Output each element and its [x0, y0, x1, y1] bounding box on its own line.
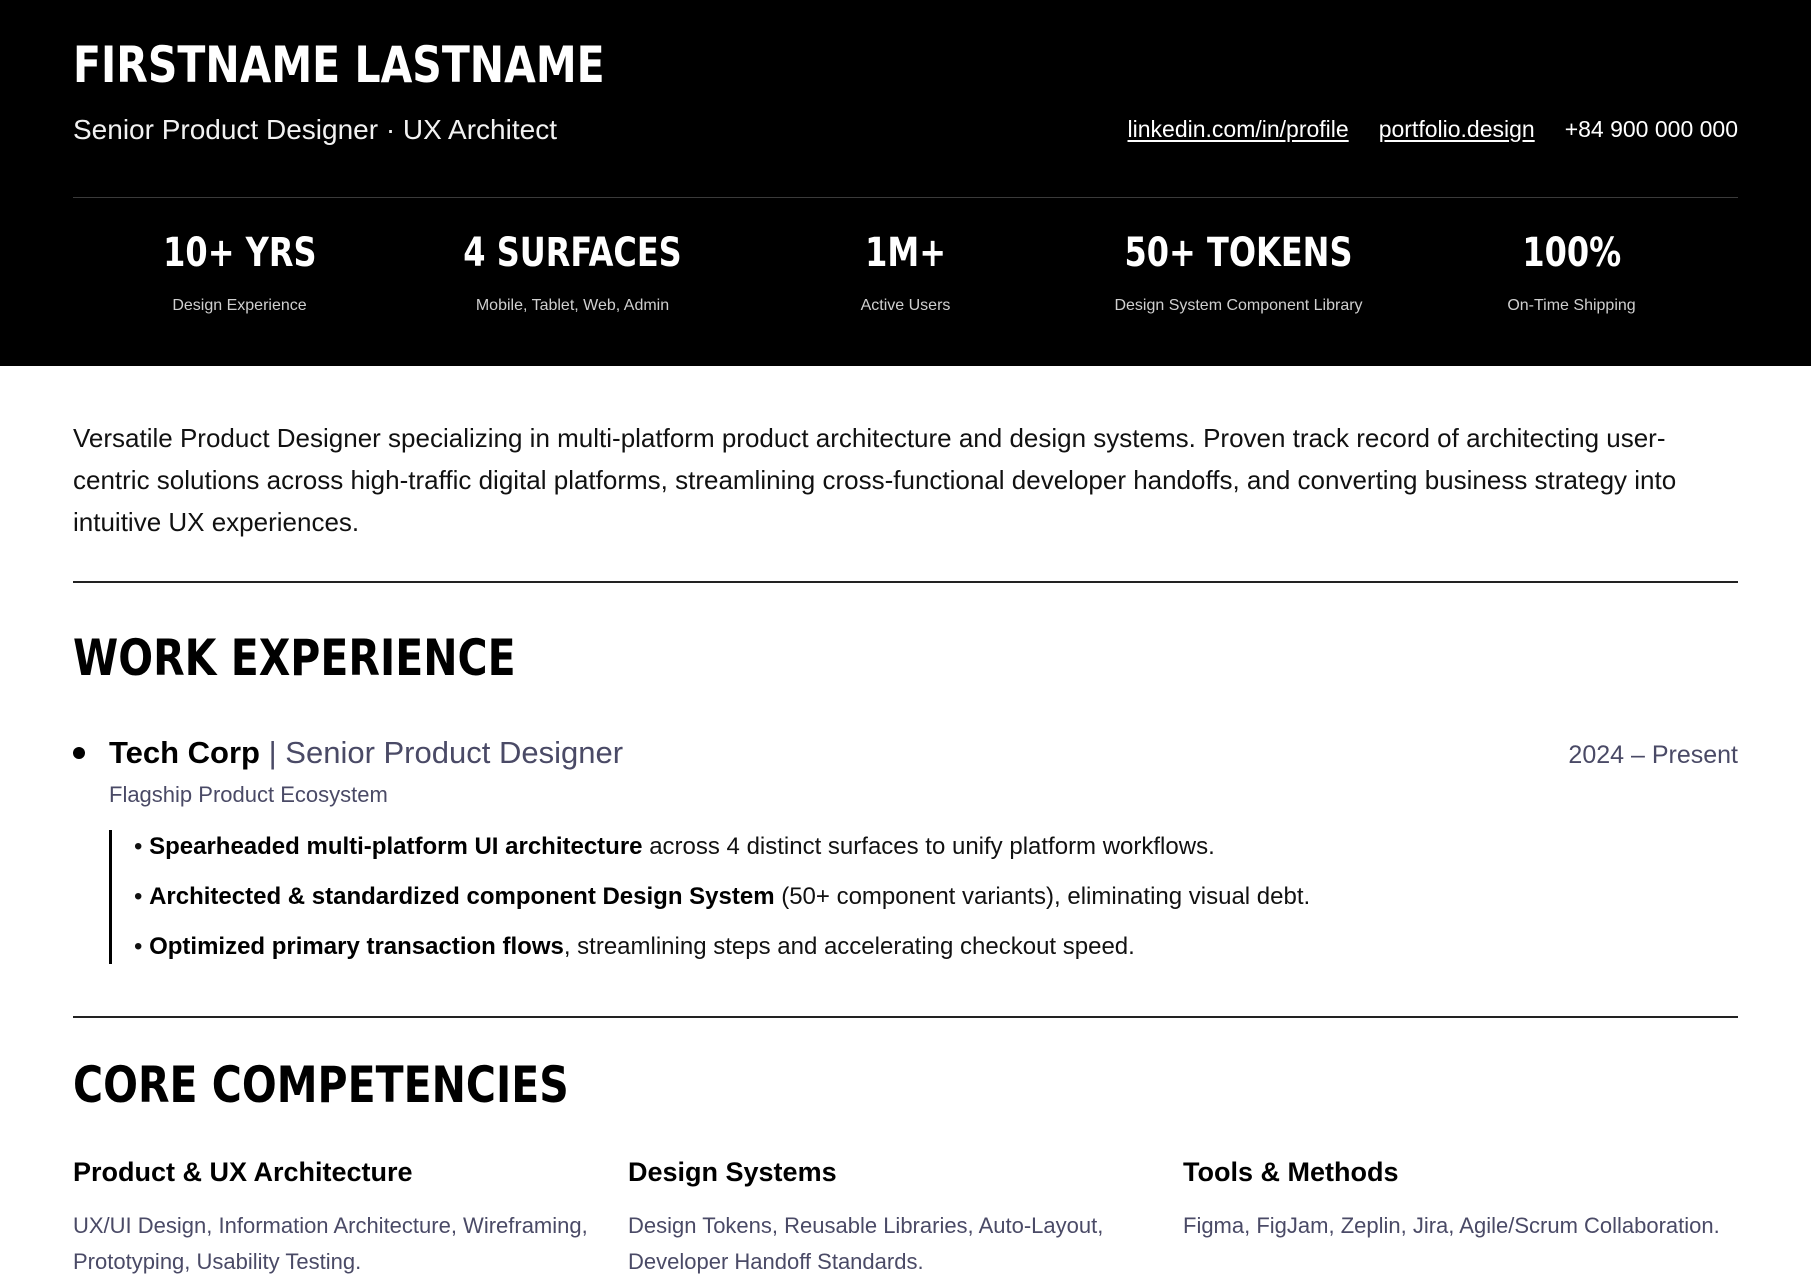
competency-title: Product & UX Architecture [73, 1157, 413, 1187]
core-competencies-heading: CORE COMPETENCIES [73, 1056, 569, 1114]
stat-label: On-Time Shipping [1507, 297, 1636, 314]
stat-label: Design System Component Library [1114, 297, 1363, 314]
achievement-item: • Spearheaded multi-platform UI architec… [134, 830, 1310, 864]
candidate-role: Senior Product Designer · UX Architect [73, 114, 557, 145]
stat-value: 4 SURFACES [463, 230, 682, 276]
stat-item: 50+ TOKENS Design System Component Libra… [1072, 225, 1405, 315]
job-achievements: • Spearheaded multi-platform UI architec… [109, 830, 1310, 964]
stat-value: 50+ TOKENS [1124, 230, 1353, 276]
stat-value: 1M+ [865, 230, 946, 276]
stat-value: 100% [1522, 230, 1621, 276]
stat-item: 4 SURFACES Mobile, Tablet, Web, Admin [406, 225, 739, 315]
bullet-marker: • [134, 833, 150, 860]
competency-text: Design Tokens, Reusable Libraries, Auto-… [628, 1213, 1104, 1274]
header-divider [73, 197, 1738, 198]
job-separator: | [260, 735, 286, 770]
stat-item: 100% On-Time Shipping [1405, 225, 1738, 315]
competency-column: Tools & Methods Figma, FigJam, Zeplin, J… [1183, 1152, 1738, 1280]
job-dates: 2024 – Present [1568, 741, 1738, 769]
bullet-marker: • [134, 933, 150, 960]
stat-label: Design Experience [172, 297, 307, 314]
job-heading: Tech Corp | Senior Product Designer [109, 732, 623, 774]
competency-title: Tools & Methods [1183, 1157, 1399, 1187]
competency-text: Figma, FigJam, Zeplin, Jira, Agile/Scrum… [1183, 1213, 1720, 1238]
achievement-item: • Optimized primary transaction flows, s… [134, 930, 1310, 964]
stat-value: 10+ YRS [162, 230, 317, 276]
achievement-text: across 4 distinct surfaces to unify plat… [642, 833, 1215, 860]
competency-text: UX/UI Design, Information Architecture, … [73, 1213, 588, 1274]
stats-row: 10+ YRS Design Experience 4 SURFACES Mob… [73, 225, 1738, 315]
section-divider [73, 1016, 1738, 1018]
competency-column: Product & UX Architecture UX/UI Design, … [73, 1152, 628, 1280]
achievement-highlight: Architected & standardized component Des… [149, 883, 775, 910]
job-position: Senior Product Designer [285, 735, 624, 770]
achievement-highlight: Spearheaded multi-platform UI architectu… [149, 833, 643, 860]
job-subtitle: Flagship Product Ecosystem [109, 782, 388, 807]
candidate-name: FIRSTNAME LASTNAME [73, 36, 605, 94]
phone-number: +84 900 000 000 [1564, 116, 1738, 142]
contact-links: linkedin.com/in/profile portfolio.design… [1128, 110, 1738, 148]
achievement-text: (50+ component variants), eliminating vi… [774, 883, 1311, 910]
work-experience-heading: WORK EXPERIENCE [73, 629, 516, 687]
professional-summary: Versatile Product Designer specializing … [73, 423, 1677, 537]
achievement-text: , streamlining steps and accelerating ch… [563, 933, 1135, 960]
competency-column: Design Systems Design Tokens, Reusable L… [628, 1152, 1183, 1280]
stat-item: 10+ YRS Design Experience [73, 225, 406, 315]
competencies-grid: Product & UX Architecture UX/UI Design, … [73, 1152, 1738, 1280]
achievement-item: • Architected & standardized component D… [134, 880, 1310, 914]
job-company: Tech Corp [109, 735, 260, 770]
portfolio-link[interactable]: portfolio.design [1379, 110, 1535, 148]
stat-label: Mobile, Tablet, Web, Admin [475, 297, 670, 314]
bullet-marker: • [134, 883, 150, 910]
resume-header: FIRSTNAME LASTNAME Senior Product Design… [0, 0, 1811, 366]
section-divider [73, 581, 1738, 583]
achievement-highlight: Optimized primary transaction flows [149, 933, 564, 960]
linkedin-link[interactable]: linkedin.com/in/profile [1128, 110, 1349, 148]
competency-title: Design Systems [628, 1157, 837, 1187]
stat-item: 1M+ Active Users [739, 225, 1072, 315]
stat-label: Active Users [860, 297, 951, 314]
job-bullet-icon [73, 747, 85, 759]
